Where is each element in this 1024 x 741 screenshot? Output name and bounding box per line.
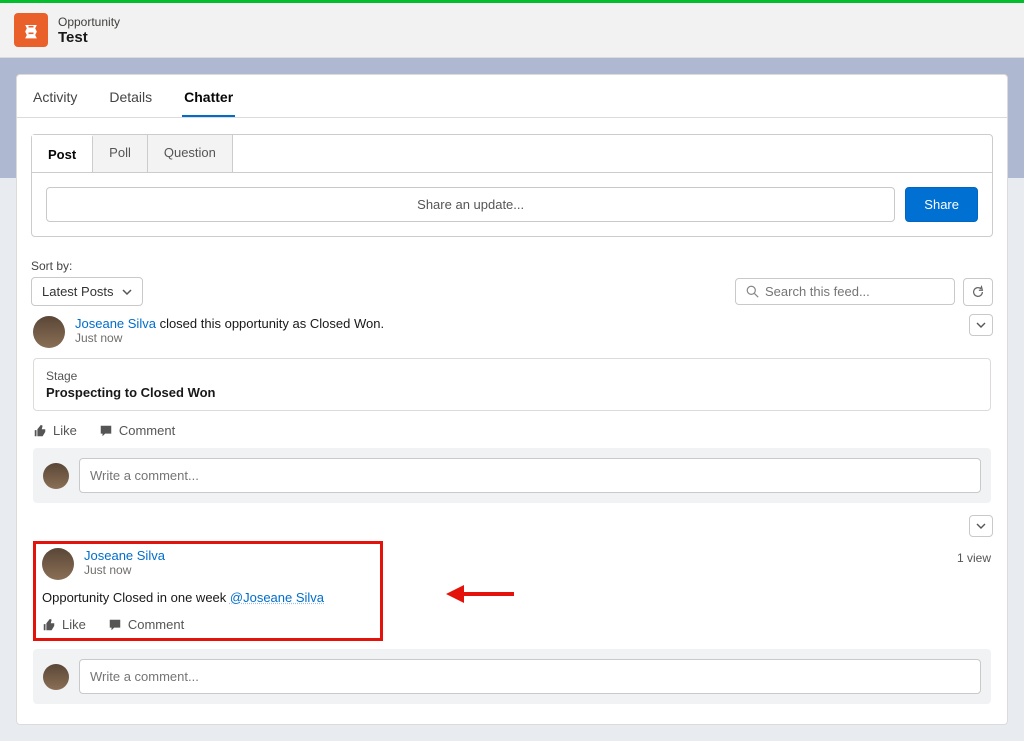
comment-icon (108, 618, 122, 632)
comment-button[interactable]: Comment (108, 617, 184, 632)
record-type-label: Opportunity (58, 15, 120, 29)
comment-icon (99, 424, 113, 438)
post-body: Opportunity Closed in one week (42, 590, 230, 605)
refresh-icon (971, 285, 985, 299)
record-name: Test (58, 29, 120, 46)
share-update-input[interactable]: Share an update... (46, 187, 895, 222)
tab-chatter[interactable]: Chatter (182, 77, 235, 117)
chatter-card: Activity Details Chatter Post Poll Quest… (16, 74, 1008, 725)
comment-input[interactable] (79, 659, 981, 694)
author-link[interactable]: Joseane Silva (75, 316, 156, 331)
publisher-panel: Post Poll Question Share an update... Sh… (31, 134, 993, 237)
like-button[interactable]: Like (42, 617, 86, 632)
sort-label: Sort by: (31, 259, 993, 273)
avatar (42, 548, 74, 580)
publisher-tab-poll[interactable]: Poll (93, 135, 148, 172)
publisher-tab-question[interactable]: Question (148, 135, 233, 172)
feed-search-input[interactable] (765, 284, 944, 299)
field-change-label: Stage (46, 369, 978, 383)
mention-link[interactable]: @Joseane Silva (230, 590, 324, 605)
comment-input[interactable] (79, 458, 981, 493)
chevron-down-icon (976, 521, 986, 531)
record-header: Opportunity Test (0, 3, 1024, 58)
opportunity-icon (14, 13, 48, 47)
avatar (43, 463, 69, 489)
sort-select[interactable]: Latest Posts (31, 277, 143, 306)
thumbs-up-icon (33, 424, 47, 438)
feed-item-menu[interactable] (969, 515, 993, 537)
sort-selected-value: Latest Posts (42, 284, 114, 299)
chevron-down-icon (976, 320, 986, 330)
feed-item-record-change: Joseane Silva closed this opportunity as… (31, 306, 993, 507)
avatar (33, 316, 65, 348)
avatar (43, 664, 69, 690)
feed-search[interactable] (735, 278, 955, 305)
action-text: closed this opportunity as Closed Won. (156, 316, 384, 331)
feed-item-menu[interactable] (969, 314, 993, 336)
annotation-highlight: Joseane Silva Just now Opportunity Close… (33, 541, 383, 641)
post-time: Just now (84, 563, 165, 577)
comment-composer (33, 448, 991, 503)
share-button[interactable]: Share (905, 187, 978, 222)
tab-activity[interactable]: Activity (31, 77, 79, 117)
refresh-button[interactable] (963, 278, 993, 306)
post-time: Just now (75, 331, 384, 345)
tab-details[interactable]: Details (107, 77, 154, 117)
comment-button[interactable]: Comment (99, 423, 175, 438)
feed-item-text-post: Joseane Silva Just now Opportunity Close… (31, 507, 993, 708)
annotation-arrow (446, 579, 516, 609)
chevron-down-icon (122, 287, 132, 297)
field-change-value: Prospecting to Closed Won (46, 385, 978, 400)
field-change-card: Stage Prospecting to Closed Won (33, 358, 991, 411)
author-link[interactable]: Joseane Silva (84, 548, 165, 563)
comment-composer (33, 649, 991, 704)
thumbs-up-icon (42, 618, 56, 632)
publisher-tab-post[interactable]: Post (32, 135, 93, 172)
like-button[interactable]: Like (33, 423, 77, 438)
view-count: 1 view (957, 551, 991, 565)
search-icon (746, 285, 759, 298)
